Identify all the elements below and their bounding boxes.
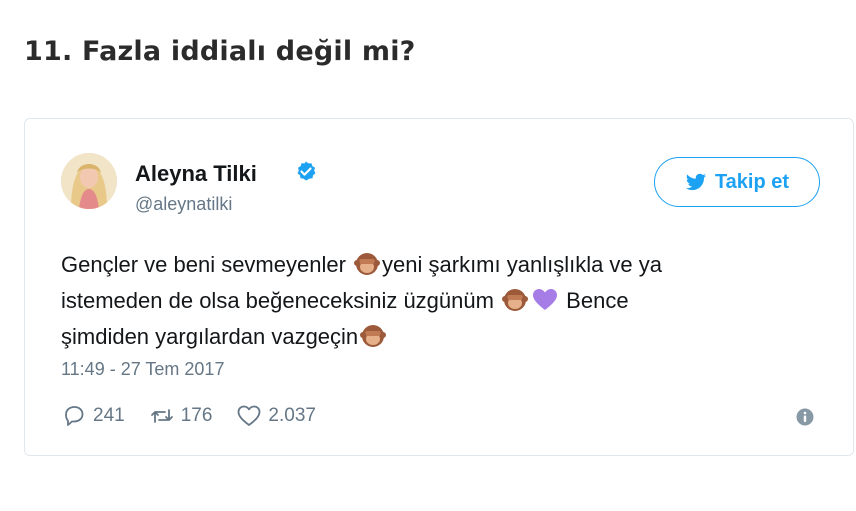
verified-badge-icon: [297, 161, 316, 181]
heart-icon: [238, 405, 261, 426]
see-no-evil-monkey-icon: [354, 253, 381, 275]
tweet-text-segment: Bence: [560, 288, 629, 313]
tweet-text-segment: yeni şarkımı yanlışlıkla ve ya: [382, 252, 663, 277]
tweet-line-1: Gençler ve beni sevmeyenler yeni şarkımı…: [61, 247, 831, 283]
avatar[interactable]: [61, 153, 117, 209]
tweet-text: Gençler ve beni sevmeyenler yeni şarkımı…: [61, 247, 831, 355]
tweet-text-segment: şimdiden yargılardan vazgeçin: [61, 324, 359, 349]
tweet-line-2: istemeden de olsa beğeneceksiniz üzgünüm…: [61, 283, 831, 319]
retweet-action[interactable]: 176: [149, 403, 213, 429]
tweet-actions: 241 176 2.037: [61, 403, 340, 429]
display-name[interactable]: Aleyna Tilki: [135, 161, 257, 187]
twitter-bird-icon: [685, 173, 707, 191]
reply-count: 241: [93, 405, 125, 426]
see-no-evil-monkey-icon: [360, 325, 387, 347]
page-heading: 11. Fazla iddialı değil mi?: [24, 36, 416, 67]
follow-button-label: Takip et: [714, 170, 790, 193]
tweet-timestamp[interactable]: 11:49 - 27 Tem 2017: [61, 359, 224, 380]
retweet-count: 176: [180, 405, 213, 426]
follow-button[interactable]: Takip et: [654, 157, 820, 207]
user-handle[interactable]: @aleynatilki: [135, 194, 232, 215]
reply-icon: [65, 406, 84, 426]
tweet-text-segment: Gençler ve beni sevmeyenler: [61, 252, 353, 277]
tweet-card: Aleyna Tilki @aleynatilki Takip et Gençl…: [24, 118, 854, 456]
retweet-icon: [150, 409, 173, 423]
reply-action[interactable]: 241: [61, 403, 125, 429]
see-no-evil-monkey-icon: [502, 289, 529, 311]
purple-heart-icon: [533, 289, 558, 310]
like-action[interactable]: 2.037: [236, 403, 316, 429]
info-icon[interactable]: [795, 407, 815, 427]
like-count: 2.037: [268, 405, 316, 426]
tweet-line-3: şimdiden yargılardan vazgeçin: [61, 319, 831, 355]
tweet-text-segment: istemeden de olsa beğeneceksiniz üzgünüm: [61, 288, 501, 313]
